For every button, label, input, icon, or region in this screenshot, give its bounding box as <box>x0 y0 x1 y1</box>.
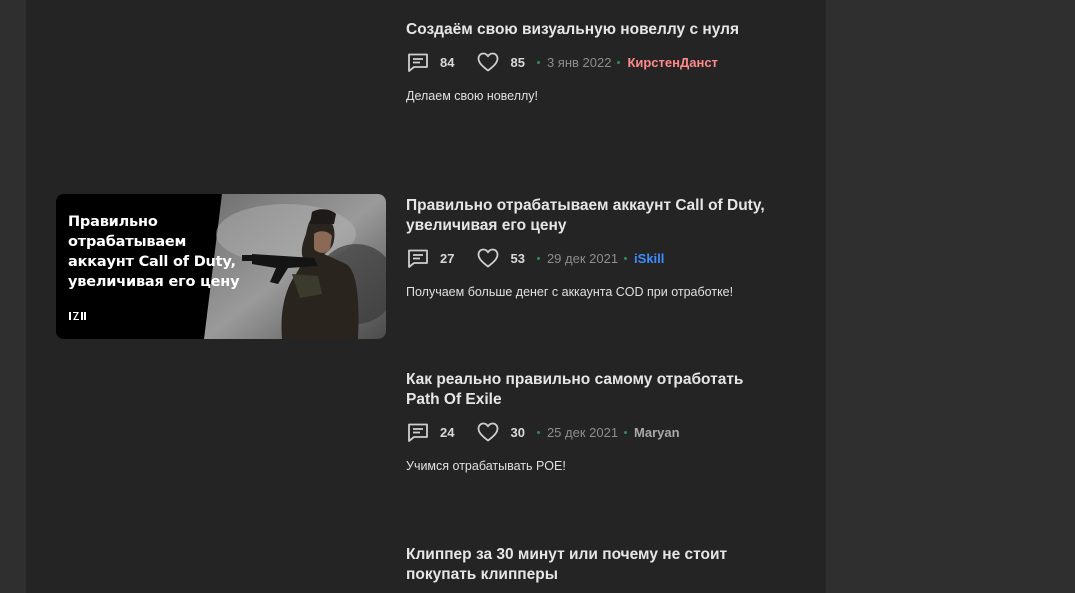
article-title[interactable]: Клиппер за 30 минут или почему не стоит … <box>406 545 776 585</box>
comment-count: 27 <box>440 250 455 266</box>
article-date: 3 янв 2022 <box>546 54 612 70</box>
izi-logo-icon <box>69 312 86 320</box>
article-meta: 24 30 25 дек 2021 Maryan <box>406 420 776 444</box>
article-meta: 27 53 29 дек 2021 iSkill <box>406 246 776 270</box>
article-date: 29 дек 2021 <box>546 250 619 266</box>
comment-icon[interactable] <box>406 420 430 444</box>
article-title[interactable]: Создаём свою визуальную новеллу с нуля <box>406 20 776 40</box>
article-thumbnail[interactable]: Правильно отрабатываем аккаунт Call of D… <box>56 194 386 339</box>
thumbnail-caption: Правильно отрабатываем аккаунт Call of D… <box>68 214 240 290</box>
article-description: Учимся отрабатывать POE! <box>406 459 566 473</box>
separator-dot <box>624 256 628 260</box>
article-meta: 84 85 3 янв 2022 КирстенДанст <box>406 50 776 74</box>
comment-count: 84 <box>440 54 455 70</box>
page: Создаём свою визуальную новеллу с нуля 8… <box>0 0 1075 593</box>
heart-icon[interactable] <box>476 246 500 270</box>
like-count: 85 <box>510 54 525 70</box>
heart-icon[interactable] <box>476 50 500 74</box>
article-description: Делаем свою новеллу! <box>406 89 539 103</box>
comment-icon[interactable] <box>406 246 430 270</box>
separator-dot <box>536 256 540 260</box>
article-feed: Создаём свою визуальную новеллу с нуля 8… <box>26 0 826 593</box>
separator-dot <box>624 430 628 434</box>
article-body: Как реально правильно самому отработать … <box>406 370 776 474</box>
article-body: Клиппер за 30 минут или почему не стоит … <box>406 545 776 585</box>
article-title[interactable]: Как реально правильно самому отработать … <box>406 370 776 410</box>
author-link[interactable]: Maryan <box>634 425 680 440</box>
author-link[interactable]: iSkill <box>634 251 664 266</box>
author-link[interactable]: КирстенДанст <box>627 55 718 70</box>
separator-dot <box>617 60 621 64</box>
like-count: 30 <box>510 424 525 440</box>
article-date: 25 дек 2021 <box>546 424 619 440</box>
article-body: Правильно отрабатываем аккаунт Call of D… <box>406 196 776 300</box>
comment-icon[interactable] <box>406 50 430 74</box>
article-description: Получаем больше денег с аккаунта COD при… <box>406 285 734 299</box>
article-body: Создаём свою визуальную новеллу с нуля 8… <box>406 20 776 104</box>
comment-count: 24 <box>440 424 455 440</box>
heart-icon[interactable] <box>476 420 500 444</box>
article-title[interactable]: Правильно отрабатываем аккаунт Call of D… <box>406 196 776 236</box>
like-count: 53 <box>510 250 525 266</box>
separator-dot <box>536 430 540 434</box>
separator-dot <box>536 60 540 64</box>
